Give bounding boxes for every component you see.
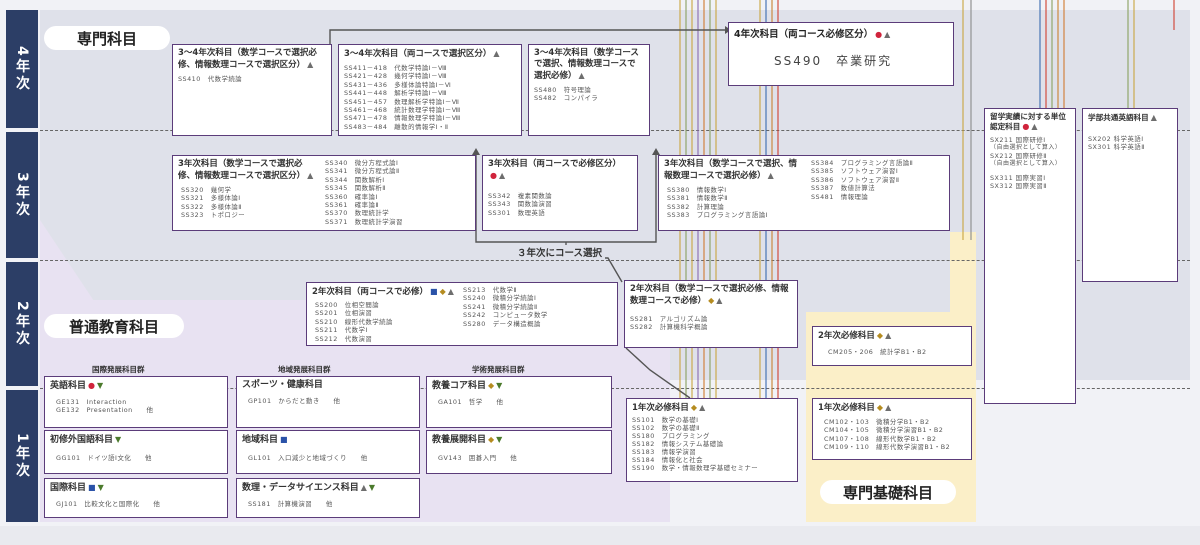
diamond-icon: ◆ [690,403,698,412]
triangle-down-icon: ▼ [97,381,104,390]
triangle-icon: ▲ [578,71,585,80]
y3-box-joho[interactable]: 3年次科目（数学コースで選択、情報数理コースで選択必修） ▲ SS380 情報数学… [658,155,950,231]
sports-box[interactable]: スポーツ・健康科目 GP101 からだと動き 他 [236,376,420,428]
shoshu-box[interactable]: 初修外国語科目 ▼ GG101 ドイツ語Ⅰ文化 他 [44,430,228,474]
square-icon: ■ [280,435,288,444]
triangle-icon: ▲ [447,287,454,296]
group-chiiki: 地域発展科目群 [278,365,331,374]
circle-icon: ● [875,30,883,39]
circle-icon: ● [88,381,95,390]
triangle-icon: ▲ [767,171,774,180]
triangle-down-icon: ▼ [368,483,376,492]
triangle-down-icon: ▼ [97,483,104,492]
kyoyo-core-box[interactable]: 教養コア科目 ◆ ▼ GA101 哲学 他 [426,376,612,428]
senmon-label: 専門科目 [44,26,170,50]
diamond-icon: ◆ [876,403,884,412]
y3-box-sugaku[interactable]: 3年次科目（数学コースで選択必修、情報数理コースで選択区分） ▲ SS320 幾何… [172,155,476,231]
data-science-box[interactable]: 数理・データサイエンス科目 ▲ ▼ SS181 計算機演習 他 [236,478,420,518]
circle-icon: ● [490,171,497,180]
triangle-down-icon: ▼ [496,381,503,390]
kokusai-box[interactable]: 国際科目 ■ ▼ GJ101 比較文化と国際化 他 [44,478,228,518]
diamond-icon: ◆ [876,331,884,340]
y4-box-joho-select[interactable]: 3～4年次科目（数学コースで選択、情報数理コースで選択必修） ▲ SS480 符号… [528,44,650,136]
y2-box-ryo[interactable]: 2年次科目（両コースで必修） ■ ◆ ▲ SS200 位相空間論 SS201 位相演習 S… [306,282,618,346]
square-icon: ■ [430,287,438,296]
diamond-icon: ◆ [488,435,495,444]
diamond-icon: ◆ [708,296,715,305]
triangle-icon: ▲ [307,60,314,69]
y4-box-sotsuken[interactable]: 4年次科目（両コース必修区分） ● ▲ SS490 卒業研究 [728,22,954,86]
y2-kiso-box[interactable]: 2年次必修科目 ◆ ▲ CM205・206 統計学B1・B2 [812,326,972,366]
gakubu-eigo-box[interactable]: 学部共通英語科目 ▲ SX202 科学英語Ⅰ SX301 科学英語Ⅱ [1082,108,1178,282]
triangle-icon: ▲ [307,171,314,180]
curriculum-map: 4年次 3年次 2年次 1年次 専門科目 普通教育科目 専門基礎科目 ３年次にコ… [0,0,1200,545]
y2-box-joho[interactable]: 2年次科目（数学コースで選択必修、情報数理コースで必修） ◆ ▲ SS281 アルゴ… [624,280,798,348]
triangle-down-icon: ▼ [115,435,122,444]
group-gakujutsu: 学術発展科目群 [472,365,525,374]
ryugaku-box[interactable]: 留学実績に対する単位認定科目 ● ▲ SX211 国際研修Ⅰ （自由選択として算入） … [984,108,1076,404]
triangle-down-icon: ▼ [496,435,503,444]
diamond-icon: ◆ [439,287,446,296]
kiso-label: 専門基礎科目 [820,480,956,504]
circle-icon: ● [1022,122,1030,131]
chiiki-box[interactable]: 地域科目 ■ GL101 入口減少と地域づくり 他 [236,430,420,474]
kyoyo-tenkai-box[interactable]: 教養展開科目 ◆ ▼ GV143 囲碁入門 他 [426,430,612,474]
sotsuken-course: SS490 卒業研究 [774,54,893,68]
triangle-icon: ▲ [1150,113,1157,122]
square-icon: ■ [88,483,96,492]
group-kokusai: 国際発展科目群 [92,365,145,374]
triangle-icon: ▲ [884,30,891,39]
bottom-strip [0,526,1200,545]
triangle-icon: ▲ [1031,122,1038,131]
triangle-icon: ▲ [493,49,500,58]
y3-box-ryo[interactable]: 3年次科目（両コースで必修区分）● ▲ SS342 複素関数論 SS343 関数論演… [482,155,638,231]
y1-senmon-box[interactable]: 1年次必修科目 ◆ ▲ SS101 数学の基礎Ⅰ SS102 数学の基礎Ⅱ SS180 … [626,398,798,482]
futsu-label: 普通教育科目 [44,314,184,338]
triangle-icon: ▲ [885,331,892,340]
course-select-label: ３年次にコース選択 [514,245,606,259]
triangle-icon: ▲ [498,171,506,180]
y4-box-sugaku-select[interactable]: 3～4年次科目（数学コースで選択必修、情報数理コースで選択区分） ▲ SS410 … [172,44,332,136]
triangle-icon: ▲ [360,483,367,492]
triangle-icon: ▲ [716,296,723,305]
eigo-box[interactable]: 英語科目 ● ▼ GE131 Interaction GE132 Presentati… [44,376,228,428]
diamond-icon: ◆ [488,381,495,390]
triangle-icon: ▲ [699,403,706,412]
y4-box-ryo-select[interactable]: 3～4年次科目（両コースで選択区分） ▲ SS411－418 代数学特論Ⅰ－Ⅷ SS… [338,44,522,136]
triangle-icon: ▲ [885,403,892,412]
y1-kiso-box[interactable]: 1年次必修科目 ◆ ▲ CM102・103 微積分学B1・B2 CM104・105 微… [812,398,972,460]
